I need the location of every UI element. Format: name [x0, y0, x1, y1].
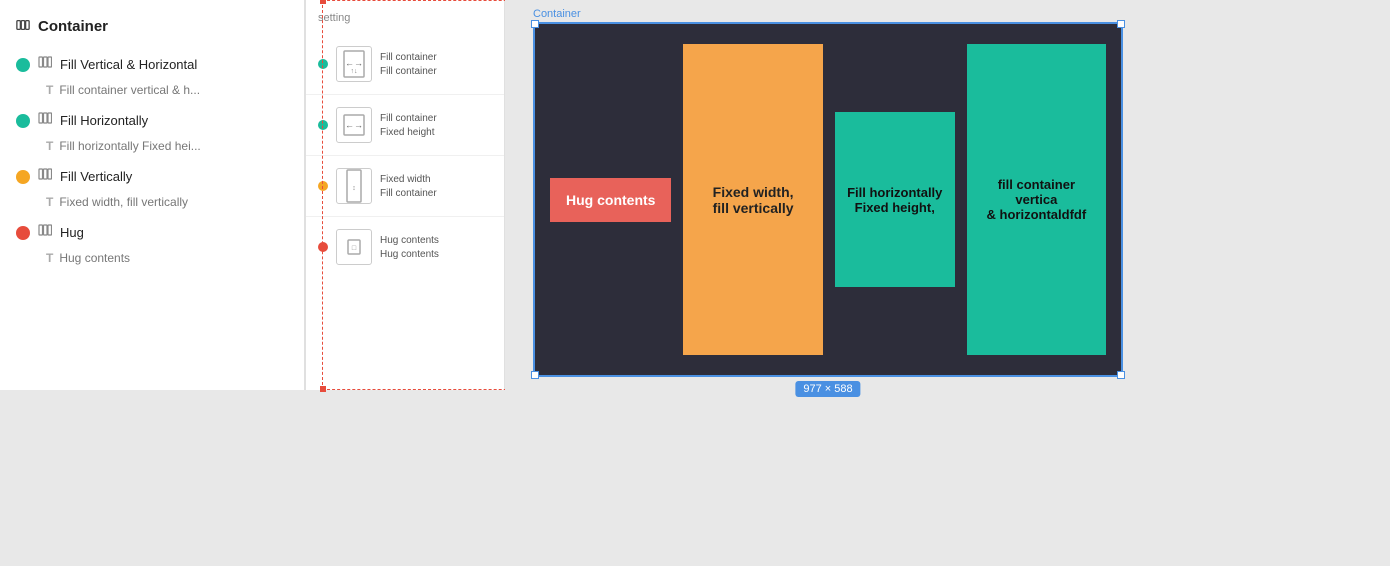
canvas-area: Container Hug contents Fixed width,fill … — [505, 0, 1390, 566]
settings-label-4a: Hug contents — [380, 235, 439, 246]
settings-labels-1: Fill container Fill container — [380, 52, 437, 77]
settings-labels-2: Fill container Fixed height — [380, 113, 437, 138]
settings-group-1: ←→ ↑↓ Fill container Fill container — [306, 34, 504, 95]
list-item-hug[interactable]: Hug — [0, 217, 304, 248]
svg-text:□: □ — [352, 245, 357, 252]
columns-icon-1 — [38, 55, 52, 74]
settings-dot-3 — [318, 181, 328, 191]
settings-box-4: □ — [336, 229, 372, 265]
settings-group-2: ←→ Fill container Fixed height — [306, 95, 504, 156]
handle-tr[interactable] — [1117, 20, 1125, 28]
size-badge: 977 × 588 — [795, 381, 860, 397]
svg-text:←→: ←→ — [345, 120, 363, 130]
settings-label-3b: Fill container — [380, 188, 437, 199]
columns-icon-4 — [38, 223, 52, 242]
item-sub-fill-v: T Fixed width, fill vertically — [0, 192, 304, 217]
columns-icon-2 — [38, 111, 52, 130]
container-label: Container — [533, 8, 581, 20]
card-orange-text: Fixed width,fill vertically — [713, 184, 794, 216]
card-teal-sm: Fill horizontallyFixed height, — [835, 112, 955, 287]
settings-box-1: ←→ ↑↓ — [336, 46, 372, 82]
item-sub-hug: T Hug contents — [0, 248, 304, 273]
list-item-fill-vh[interactable]: Fill Vertical & Horizontal — [0, 49, 304, 80]
settings-group-3: ↕ Fixed width Fill container — [306, 156, 504, 217]
handle-br[interactable] — [1117, 371, 1125, 379]
container-icon — [16, 16, 30, 37]
panel-title: Container — [0, 16, 304, 49]
settings-labels-4: Hug contents Hug contents — [380, 235, 439, 260]
settings-labels-3: Fixed width Fill container — [380, 174, 437, 199]
settings-box-3: ↕ — [336, 168, 372, 204]
settings-row-2: ←→ Fill container Fixed height — [306, 103, 504, 147]
svg-text:←→: ←→ — [345, 58, 363, 68]
settings-title: setting — [306, 12, 504, 34]
item-label-fill-vh: Fill Vertical & Horizontal — [60, 57, 197, 72]
dot-green-2 — [16, 114, 30, 128]
item-sublabel-fill-vh: Fill container vertical & h... — [59, 83, 200, 97]
settings-dot-1 — [318, 59, 328, 69]
card-orange: Fixed width,fill vertically — [683, 44, 822, 355]
text-icon-2: T — [46, 139, 53, 153]
card-hug: Hug contents — [550, 178, 671, 222]
panel-title-text: Container — [38, 18, 108, 35]
card-teal-sm-text: Fill horizontallyFixed height, — [847, 185, 942, 215]
settings-group-4: □ Hug contents Hug contents — [306, 217, 504, 277]
settings-dot-4 — [318, 242, 328, 252]
text-icon-3: T — [46, 195, 53, 209]
card-teal-lg-text: fill container vertica& horizontaldfdf — [977, 177, 1096, 222]
settings-label-1a: Fill container — [380, 52, 437, 63]
item-sub-fill-h: T Fill horizontally Fixed hei... — [0, 136, 304, 161]
item-label-fill-h: Fill Horizontally — [60, 113, 148, 128]
settings-label-3a: Fixed width — [380, 174, 437, 185]
columns-icon-3 — [38, 167, 52, 186]
settings-box-2: ←→ — [336, 107, 372, 143]
settings-panel: setting ←→ ↑↓ Fill container Fill contai… — [305, 0, 505, 390]
svg-text:↑↓: ↑↓ — [351, 68, 358, 75]
text-icon-1: T — [46, 83, 53, 97]
text-icon-4: T — [46, 251, 53, 265]
dot-red — [16, 226, 30, 240]
item-sublabel-hug: Hug contents — [59, 251, 130, 265]
settings-row-3: ↕ Fixed width Fill container — [306, 164, 504, 208]
settings-label-2a: Fill container — [380, 113, 437, 124]
settings-label-2b: Fixed height — [380, 127, 437, 138]
container-box[interactable]: Hug contents Fixed width,fill vertically… — [533, 22, 1123, 377]
card-hug-text: Hug contents — [566, 192, 655, 208]
list-item-fill-v[interactable]: Fill Vertically — [0, 161, 304, 192]
item-sublabel-fill-h: Fill horizontally Fixed hei... — [59, 139, 200, 153]
settings-label-1b: Fill container — [380, 66, 437, 77]
dot-orange — [16, 170, 30, 184]
svg-text:↕: ↕ — [352, 185, 356, 192]
item-sublabel-fill-v: Fixed width, fill vertically — [59, 195, 188, 209]
handle-bl[interactable] — [531, 371, 539, 379]
item-sub-fill-vh: T Fill container vertical & h... — [0, 80, 304, 105]
settings-row-1: ←→ ↑↓ Fill container Fill container — [306, 42, 504, 86]
item-label-fill-v: Fill Vertically — [60, 169, 132, 184]
dot-green-1 — [16, 58, 30, 72]
handle-tl[interactable] — [531, 20, 539, 28]
settings-row-4: □ Hug contents Hug contents — [306, 225, 504, 269]
settings-dot-2 — [318, 120, 328, 130]
card-teal-lg: fill container vertica& horizontaldfdf — [967, 44, 1106, 355]
item-label-hug: Hug — [60, 225, 84, 240]
settings-label-4b: Hug contents — [380, 249, 439, 260]
left-panel: Container Fill Vertical & Horizontal T F… — [0, 0, 305, 390]
list-item-fill-h[interactable]: Fill Horizontally — [0, 105, 304, 136]
